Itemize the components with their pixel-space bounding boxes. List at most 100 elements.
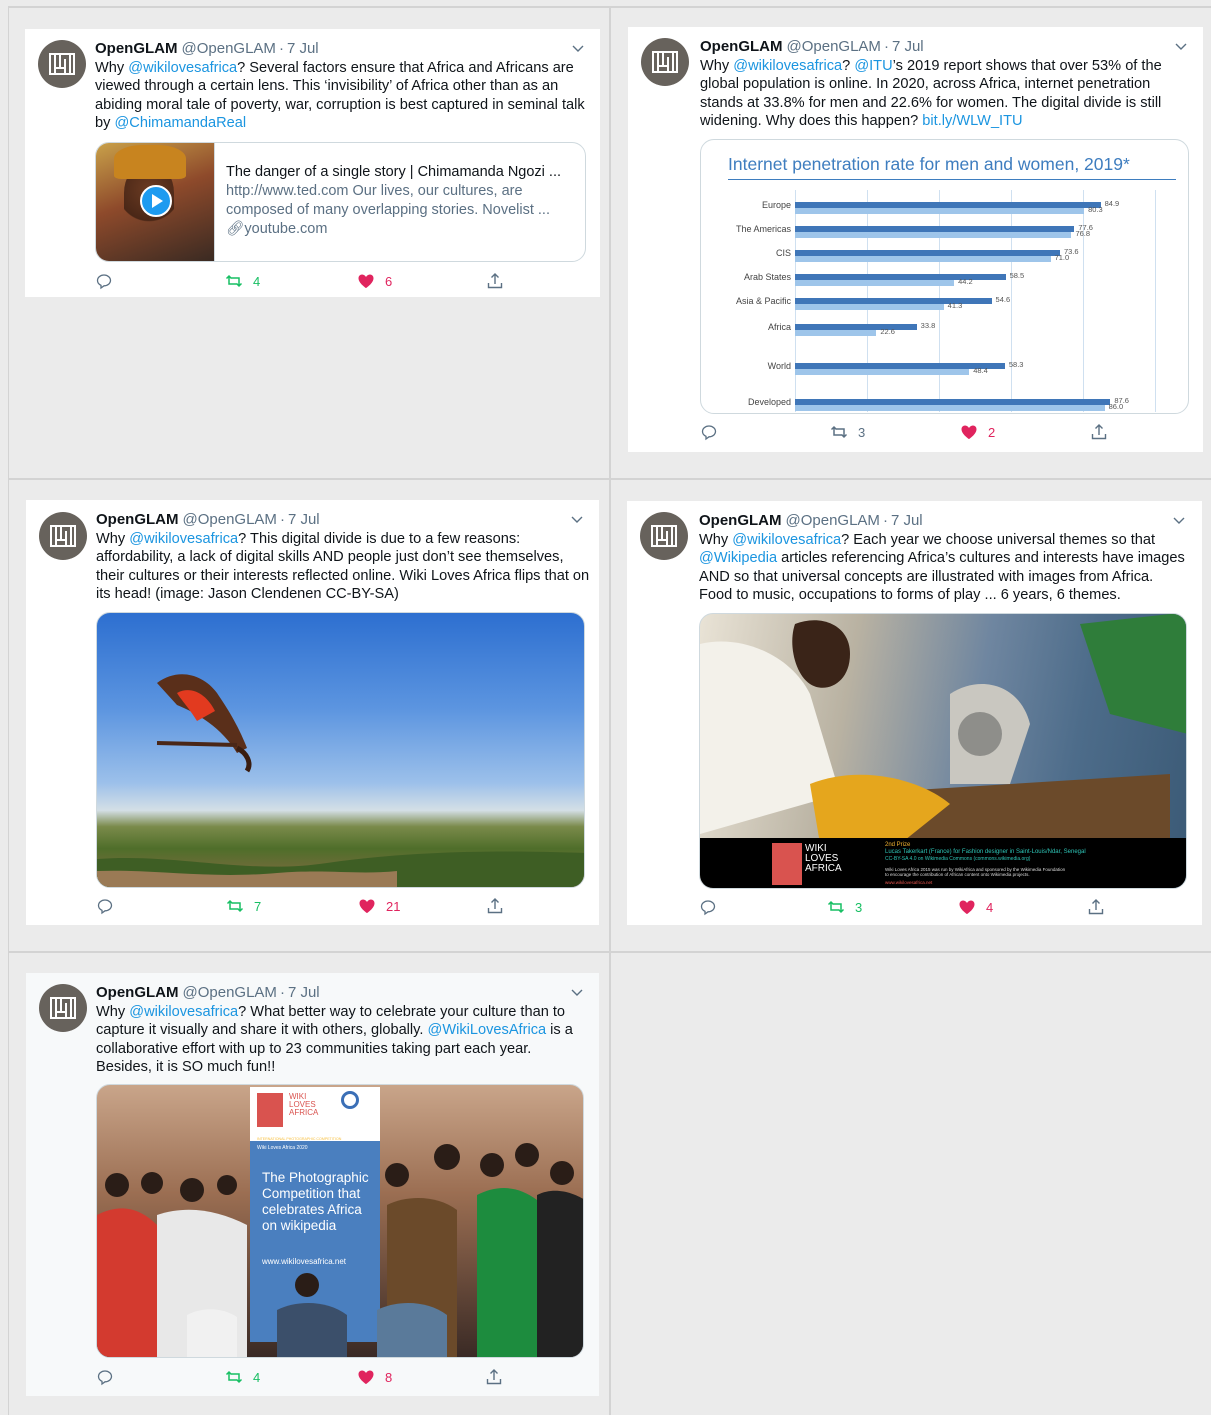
like-count: 2 xyxy=(988,424,996,440)
tweet-header: OpenGLAM @OpenGLAM · 7 Jul xyxy=(699,511,923,530)
chart-value-label: 71.0 xyxy=(1054,253,1070,262)
chevron-down-icon[interactable] xyxy=(1172,37,1190,55)
author-handle[interactable]: @OpenGLAM xyxy=(182,40,276,57)
like-button[interactable]: 21 xyxy=(358,897,400,915)
tweet-card[interactable]: OpenGLAM @OpenGLAM · 7 Jul Why @wikilovesaf… xyxy=(25,29,600,297)
retweet-button[interactable]: 3 xyxy=(827,898,862,916)
mention-link[interactable]: bit.ly/WLW_ITU xyxy=(922,113,1022,129)
mention-link[interactable]: @ChimamandaReal xyxy=(114,115,246,131)
chevron-down-icon[interactable] xyxy=(1170,511,1188,529)
like-button[interactable]: 4 xyxy=(958,898,993,916)
avatar[interactable] xyxy=(640,512,688,560)
play-button-icon[interactable] xyxy=(140,185,172,217)
chart-category-label: World xyxy=(767,361,791,371)
overlay-caption: Lucas Takerkart (France) for Fashion des… xyxy=(885,849,1086,855)
chart-image[interactable]: Internet penetration rate for men and wo… xyxy=(700,139,1189,414)
link-preview-card[interactable]: The danger of a single story | Chimamand… xyxy=(95,142,586,262)
avatar[interactable] xyxy=(38,40,86,88)
separator-dot: · xyxy=(279,511,285,528)
avatar[interactable] xyxy=(39,512,87,560)
author-handle[interactable]: @OpenGLAM xyxy=(787,38,881,55)
tweet-actions: 3 2 xyxy=(700,423,1120,443)
share-button[interactable] xyxy=(485,1368,503,1386)
retweet-button[interactable]: 7 xyxy=(226,897,261,915)
mention-link[interactable]: @wikilovesafrica xyxy=(129,531,238,547)
author-handle[interactable]: @OpenGLAM xyxy=(786,512,880,529)
chart-category-label: Africa xyxy=(767,322,791,332)
tweet-time[interactable]: 7 Jul xyxy=(288,984,320,1001)
chart-gridline xyxy=(1155,190,1156,412)
tweet-card[interactable]: OpenGLAM @OpenGLAM · 7 Jul Why @wikilovesaf… xyxy=(628,27,1203,452)
mention-link[interactable]: @Wikipedia xyxy=(699,550,777,566)
tweet-text-segment: Why xyxy=(699,532,733,548)
chart-value-label: 44.2 xyxy=(958,277,973,286)
retweet-button[interactable]: 4 xyxy=(225,1368,260,1386)
mention-link[interactable]: @ITU xyxy=(854,58,892,74)
reply-button[interactable] xyxy=(700,423,718,441)
like-count: 6 xyxy=(385,273,393,289)
share-button[interactable] xyxy=(1087,898,1105,916)
tweet-card[interactable]: OpenGLAM @OpenGLAM · 7 Jul Why @wikilovesaf… xyxy=(627,501,1202,925)
tweet-time[interactable]: 7 Jul xyxy=(287,40,319,57)
avatar[interactable] xyxy=(641,38,689,86)
tweet-time[interactable]: 7 Jul xyxy=(288,511,320,528)
avatar[interactable] xyxy=(39,984,87,1032)
tweet-header: OpenGLAM @OpenGLAM · 7 Jul xyxy=(96,510,320,529)
group-photo[interactable]: WIKI LOVES AFRICA INTERNATIONAL PHOTOGRA… xyxy=(96,1084,584,1358)
share-button[interactable] xyxy=(486,272,504,290)
author-name[interactable]: OpenGLAM xyxy=(96,511,179,528)
mention-link[interactable]: @WikiLovesAfrica xyxy=(428,1022,547,1038)
share-button[interactable] xyxy=(1090,423,1108,441)
mention-link[interactable]: @wikilovesafrica xyxy=(732,532,841,548)
mention-link[interactable]: @wikilovesafrica xyxy=(128,60,237,76)
chart-value-label: 33.8 xyxy=(920,321,936,330)
card-text: The danger of a single story | Chimamand… xyxy=(226,163,573,239)
tweet-card[interactable]: OpenGLAM @OpenGLAM · 7 Jul Why @wikilovesaf… xyxy=(26,973,599,1396)
retweet-button[interactable]: 4 xyxy=(225,272,260,290)
tweet-time[interactable]: 7 Jul xyxy=(892,38,924,55)
author-name[interactable]: OpenGLAM xyxy=(699,512,782,529)
tweet-card[interactable]: OpenGLAM @OpenGLAM · 7 Jul Why @wikilovesaf… xyxy=(26,500,599,925)
reply-button[interactable] xyxy=(95,272,113,290)
author-name[interactable]: OpenGLAM xyxy=(96,984,179,1001)
author-handle[interactable]: @OpenGLAM xyxy=(183,511,277,528)
reply-button[interactable] xyxy=(96,897,114,915)
author-name[interactable]: OpenGLAM xyxy=(95,40,178,57)
author-handle[interactable]: @OpenGLAM xyxy=(183,984,277,1001)
chart-category-label: CIS xyxy=(775,248,791,258)
mention-link[interactable]: @wikilovesafrica xyxy=(129,1004,238,1020)
retweet-count: 4 xyxy=(253,273,261,289)
like-button[interactable]: 8 xyxy=(357,1368,392,1386)
share-icon xyxy=(487,898,503,914)
diver-photo[interactable] xyxy=(96,612,585,888)
chevron-down-icon[interactable] xyxy=(569,39,587,57)
retweet-count: 3 xyxy=(855,899,863,915)
overlay-license: CC-BY-SA 4.0 on Wikimedia Commons (commo… xyxy=(885,856,1031,862)
reply-button[interactable] xyxy=(699,898,717,916)
tweet-actions: 4 8 xyxy=(96,1368,516,1388)
reply-button[interactable] xyxy=(96,1368,114,1386)
retweet-count: 4 xyxy=(253,1369,261,1385)
card-host: 🔗︎youtube.com xyxy=(226,220,573,239)
wla-logo-block xyxy=(772,843,802,885)
chart-category-label: Developed xyxy=(747,397,791,407)
share-button[interactable] xyxy=(486,897,504,915)
chevron-down-icon[interactable] xyxy=(568,983,586,1001)
author-name[interactable]: OpenGLAM xyxy=(700,38,783,55)
chevron-down-icon[interactable] xyxy=(568,510,586,528)
separator-dot: · xyxy=(278,40,284,57)
tailor-photo[interactable]: WIKI LOVES AFRICA 2nd Prize Lucas Takerk… xyxy=(699,613,1187,889)
retweet-button[interactable]: 3 xyxy=(830,423,865,441)
retweet-icon xyxy=(830,425,848,439)
chart-bar-women xyxy=(795,330,877,336)
like-button[interactable]: 2 xyxy=(960,423,995,441)
chart-bar-women xyxy=(795,256,1051,262)
tweet-time[interactable]: 7 Jul xyxy=(891,512,923,529)
chart-value-label: 22.6 xyxy=(880,327,895,336)
grid-divider xyxy=(8,478,1211,480)
mention-link[interactable]: @wikilovesafrica xyxy=(733,58,842,74)
like-count: 4 xyxy=(986,899,994,915)
chart-category-label: Asia & Pacific xyxy=(735,296,791,306)
tweet-text: Why @wikilovesafrica? Several factors en… xyxy=(95,59,590,133)
like-button[interactable]: 6 xyxy=(357,272,392,290)
